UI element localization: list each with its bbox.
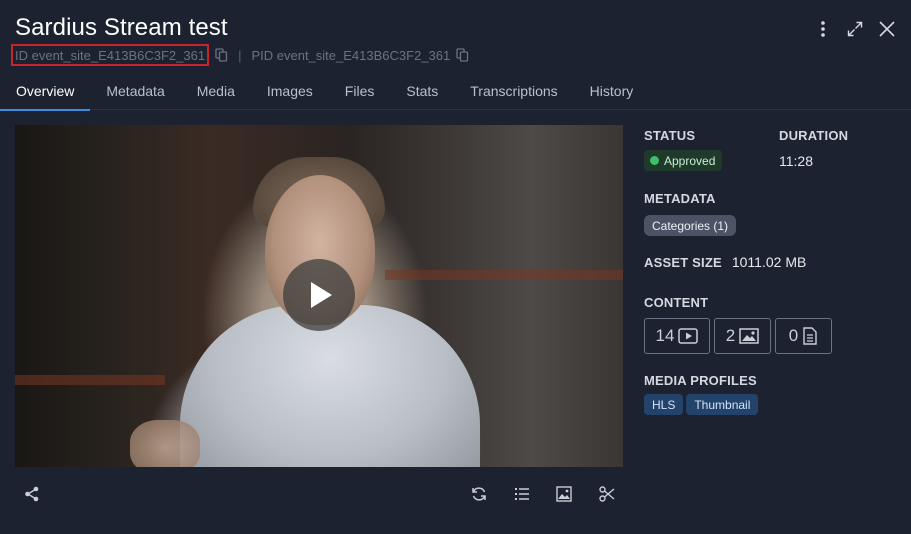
- status-label: STATUS: [644, 128, 696, 143]
- asset-id: ID event_site_E413B6C3F2_361: [11, 44, 210, 66]
- tab-history[interactable]: History: [574, 74, 650, 110]
- tab-overview[interactable]: Overview: [0, 74, 91, 111]
- video-backdrop: [385, 270, 623, 280]
- tab-media[interactable]: Media: [181, 74, 251, 110]
- video-count-value: 14: [655, 326, 675, 345]
- page-title: Sardius Stream test: [15, 14, 228, 41]
- asset-ids: ID event_site_E413B6C3F2_361 | PID event…: [11, 44, 469, 66]
- document-icon: [803, 327, 817, 345]
- status-badge: Approved: [644, 150, 723, 171]
- image-count-value: 2: [725, 326, 736, 345]
- video-icon: [678, 328, 699, 344]
- video-toolbar: [15, 480, 623, 510]
- window-controls: [814, 20, 896, 38]
- tab-images[interactable]: Images: [251, 74, 329, 110]
- more-vertical-icon[interactable]: [814, 20, 832, 38]
- status-value: Approved: [664, 153, 716, 168]
- duration-label: DURATION: [779, 128, 849, 143]
- asset-size-value: 1011.02 MB: [731, 254, 807, 270]
- image-icon[interactable]: [554, 484, 574, 504]
- tab-transcriptions[interactable]: Transcriptions: [454, 74, 573, 110]
- status-dot-icon: [650, 156, 659, 165]
- file-count-value: 0: [788, 326, 799, 345]
- video-count[interactable]: 14: [644, 318, 710, 354]
- video-backdrop-lower: [15, 375, 165, 385]
- duration-section: DURATION 11:28: [779, 128, 848, 169]
- metadata-label: METADATA: [644, 191, 716, 206]
- play-icon: [311, 282, 332, 308]
- share-icon[interactable]: [22, 484, 42, 504]
- content-section: CONTENT 14 2 0: [644, 295, 832, 354]
- categories-badge[interactable]: Categories (1): [644, 215, 737, 236]
- video-subject-body: [180, 305, 480, 467]
- tab-bar: Overview Metadata Media Images Files Sta…: [0, 74, 911, 111]
- tab-stats[interactable]: Stats: [390, 74, 454, 110]
- profile-badge-hls: HLS: [644, 394, 684, 415]
- tab-metadata[interactable]: Metadata: [90, 74, 180, 110]
- file-count[interactable]: 0: [775, 318, 832, 354]
- tab-files[interactable]: Files: [329, 74, 391, 110]
- play-button[interactable]: [283, 259, 355, 331]
- copy-pid-icon[interactable]: [456, 48, 469, 62]
- duration-value: 11:28: [779, 153, 813, 169]
- asset-id-text: ID event_site_E413B6C3F2_361: [15, 47, 206, 63]
- status-section: STATUS Approved: [644, 128, 723, 171]
- picture-icon: [739, 328, 759, 344]
- media-profiles-section: MEDIA PROFILES HLS Thumbnail: [644, 373, 761, 415]
- close-icon[interactable]: [878, 20, 896, 38]
- scissors-icon[interactable]: [597, 484, 617, 504]
- media-profiles-label: MEDIA PROFILES: [644, 373, 757, 388]
- asset-size-section: ASSET SIZE 1011.02 MB: [644, 254, 806, 270]
- profile-badge-thumbnail: Thumbnail: [686, 394, 759, 415]
- id-separator: |: [238, 47, 242, 63]
- expand-icon[interactable]: [846, 20, 864, 38]
- video-player[interactable]: [15, 125, 623, 467]
- metadata-section: METADATA Categories (1): [644, 191, 737, 236]
- header: Sardius Stream test ID event_site_E413B6…: [11, 14, 896, 74]
- list-icon[interactable]: [512, 484, 532, 504]
- refresh-icon[interactable]: [469, 484, 489, 504]
- image-count[interactable]: 2: [714, 318, 771, 354]
- content-label: CONTENT: [644, 295, 709, 310]
- asset-pid-text: PID event_site_E413B6C3F2_361: [251, 47, 451, 63]
- asset-pid: PID event_site_E413B6C3F2_361: [251, 48, 469, 63]
- asset-size-label: ASSET SIZE: [644, 254, 722, 270]
- copy-icon[interactable]: [215, 48, 228, 62]
- video-subject-hand: [130, 420, 200, 467]
